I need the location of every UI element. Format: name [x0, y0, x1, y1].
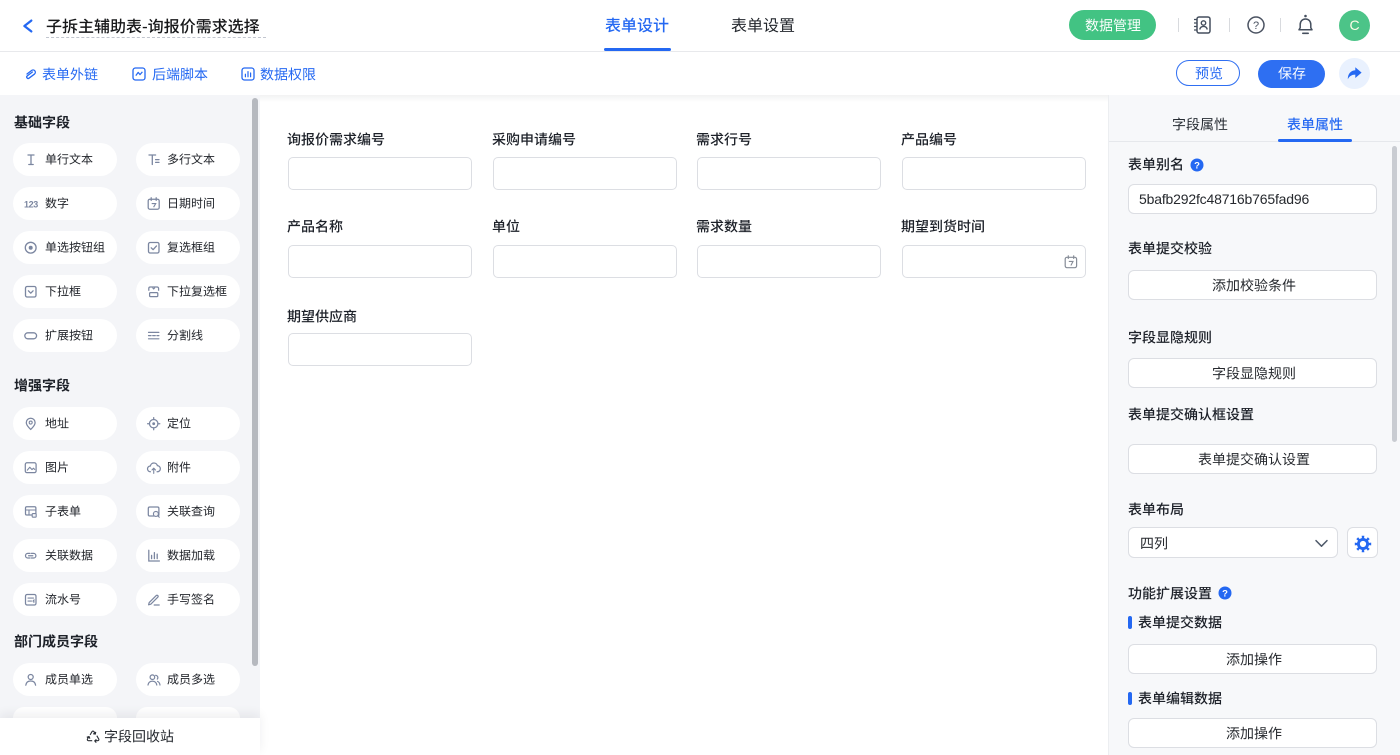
svg-text:?: ? — [1252, 20, 1258, 32]
svg-text:123: 123 — [24, 199, 38, 209]
svg-text:?: ? — [1194, 160, 1200, 171]
svg-text:?: ? — [1222, 589, 1228, 600]
